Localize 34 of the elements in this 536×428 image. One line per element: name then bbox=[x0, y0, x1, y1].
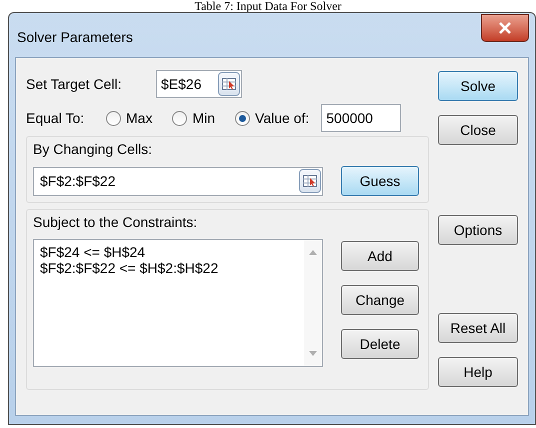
close-button[interactable] bbox=[481, 14, 529, 42]
dialog-button[interactable]: Add bbox=[341, 241, 419, 271]
changing-cells-field[interactable]: $F$2:$F$22 bbox=[33, 166, 323, 196]
section-label: By Changing Cells: bbox=[33, 140, 154, 159]
dialog-button[interactable]: Change bbox=[341, 285, 419, 315]
dialog-button[interactable]: Delete bbox=[341, 329, 419, 359]
constraints-list[interactable]: $F$24 <= $H$24 $F$2:$F$22 <= $H$2:$H$22 bbox=[33, 239, 323, 367]
value-field[interactable]: 500000 bbox=[321, 104, 402, 132]
scroll-down-icon bbox=[309, 351, 317, 356]
constraint-item[interactable]: $F$2:$F$22 <= $H$2:$H$22 bbox=[40, 260, 304, 276]
close-icon bbox=[499, 22, 511, 34]
field-label: Set Target Cell: bbox=[26, 74, 122, 94]
scrollbar[interactable] bbox=[304, 240, 322, 366]
window-title: Solver Parameters bbox=[17, 28, 133, 47]
field-label: Equal To: bbox=[26, 108, 86, 128]
section-label: Subject to the Constraints: bbox=[33, 213, 198, 232]
caption: Table 7: Input Data For Solver bbox=[194, 0, 342, 12]
radio-label: Max bbox=[126, 108, 152, 128]
dialog-button[interactable]: Guess bbox=[341, 166, 419, 196]
radio-button[interactable] bbox=[106, 110, 121, 126]
constraint-item[interactable]: $F$24 <= $H$24 bbox=[40, 244, 304, 260]
radio-button[interactable] bbox=[235, 110, 250, 126]
scroll-up-icon bbox=[309, 250, 317, 255]
radio-label: Value of: bbox=[255, 108, 310, 128]
radio-label: Min bbox=[192, 108, 216, 128]
range-select-icon[interactable] bbox=[299, 169, 321, 193]
dialog-button[interactable]: Solve bbox=[438, 71, 518, 101]
range-select-icon[interactable] bbox=[218, 72, 240, 96]
radio-button[interactable] bbox=[172, 110, 188, 126]
dialog-button[interactable]: Help bbox=[438, 357, 518, 387]
target-cell-field[interactable]: $E$26 bbox=[156, 70, 242, 98]
dialog-button[interactable]: Close bbox=[438, 115, 518, 145]
dialog-button[interactable]: Options bbox=[438, 215, 518, 245]
dialog-button[interactable]: Reset All bbox=[438, 313, 518, 343]
